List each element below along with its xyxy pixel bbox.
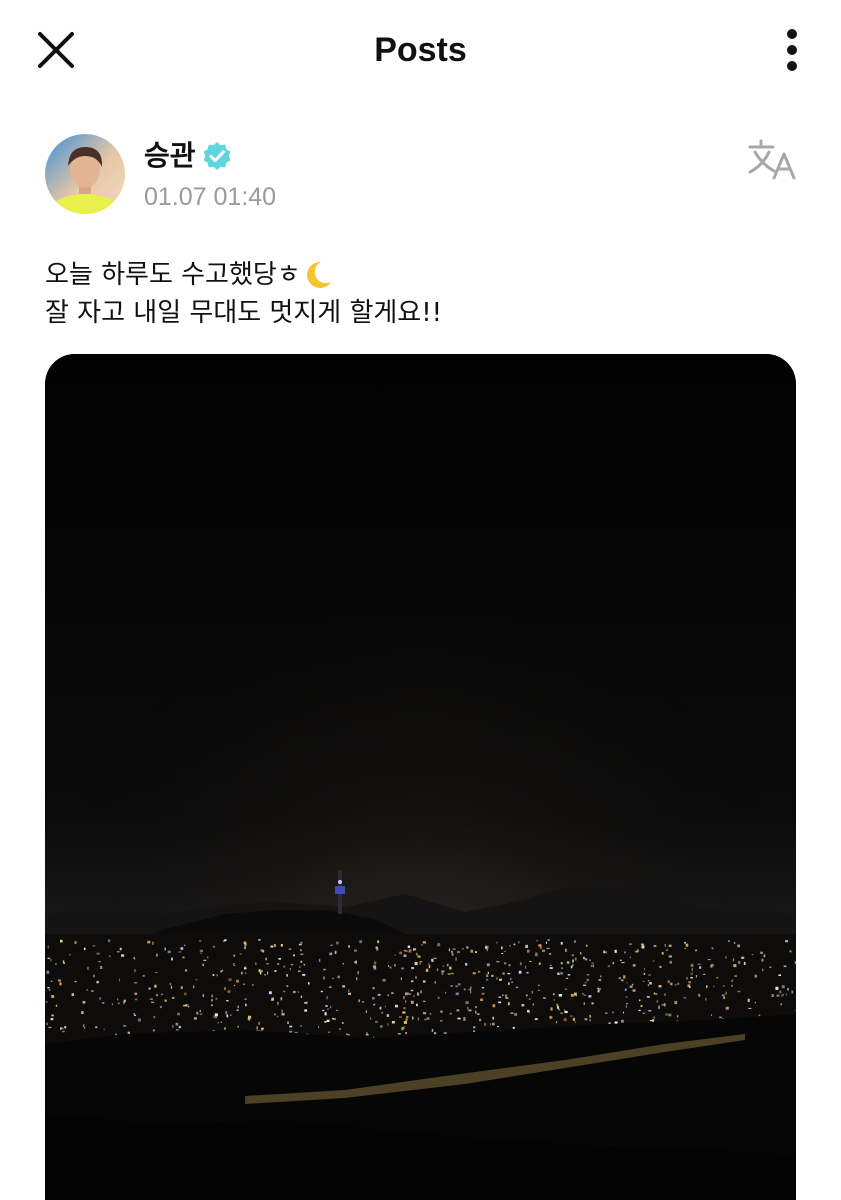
post-text-line-2: 잘 자고 내일 무대도 멋지게 할게요!! [45,298,443,328]
post-timestamp: 01.07 01:40 [144,183,277,211]
more-options-button[interactable] [772,26,812,74]
post-text-line-1: 오늘 하루도 수고했당ㅎ [45,260,301,290]
post-line-2: 잘 자고 내일 무대도 멋지게 할게요!! [45,294,805,332]
page-title: Posts [374,31,467,69]
translate-button[interactable] [746,138,798,182]
avatar[interactable] [45,134,125,214]
top-bar: Posts [0,0,841,100]
more-vertical-icon [787,29,797,71]
post-body: 오늘 하루도 수고했당ㅎ 잘 자고 내일 무대도 멋지게 할게요!! [45,256,805,332]
crescent-moon-icon [306,261,331,288]
night-city-image [45,354,796,1200]
post-photo[interactable] [45,354,796,1200]
post-line-1: 오늘 하루도 수고했당ㅎ [45,256,805,294]
author-name-row: 승관 [144,136,232,176]
translate-icon [748,139,796,180]
verified-badge-icon [203,142,230,170]
author-name[interactable]: 승관 [144,138,196,174]
